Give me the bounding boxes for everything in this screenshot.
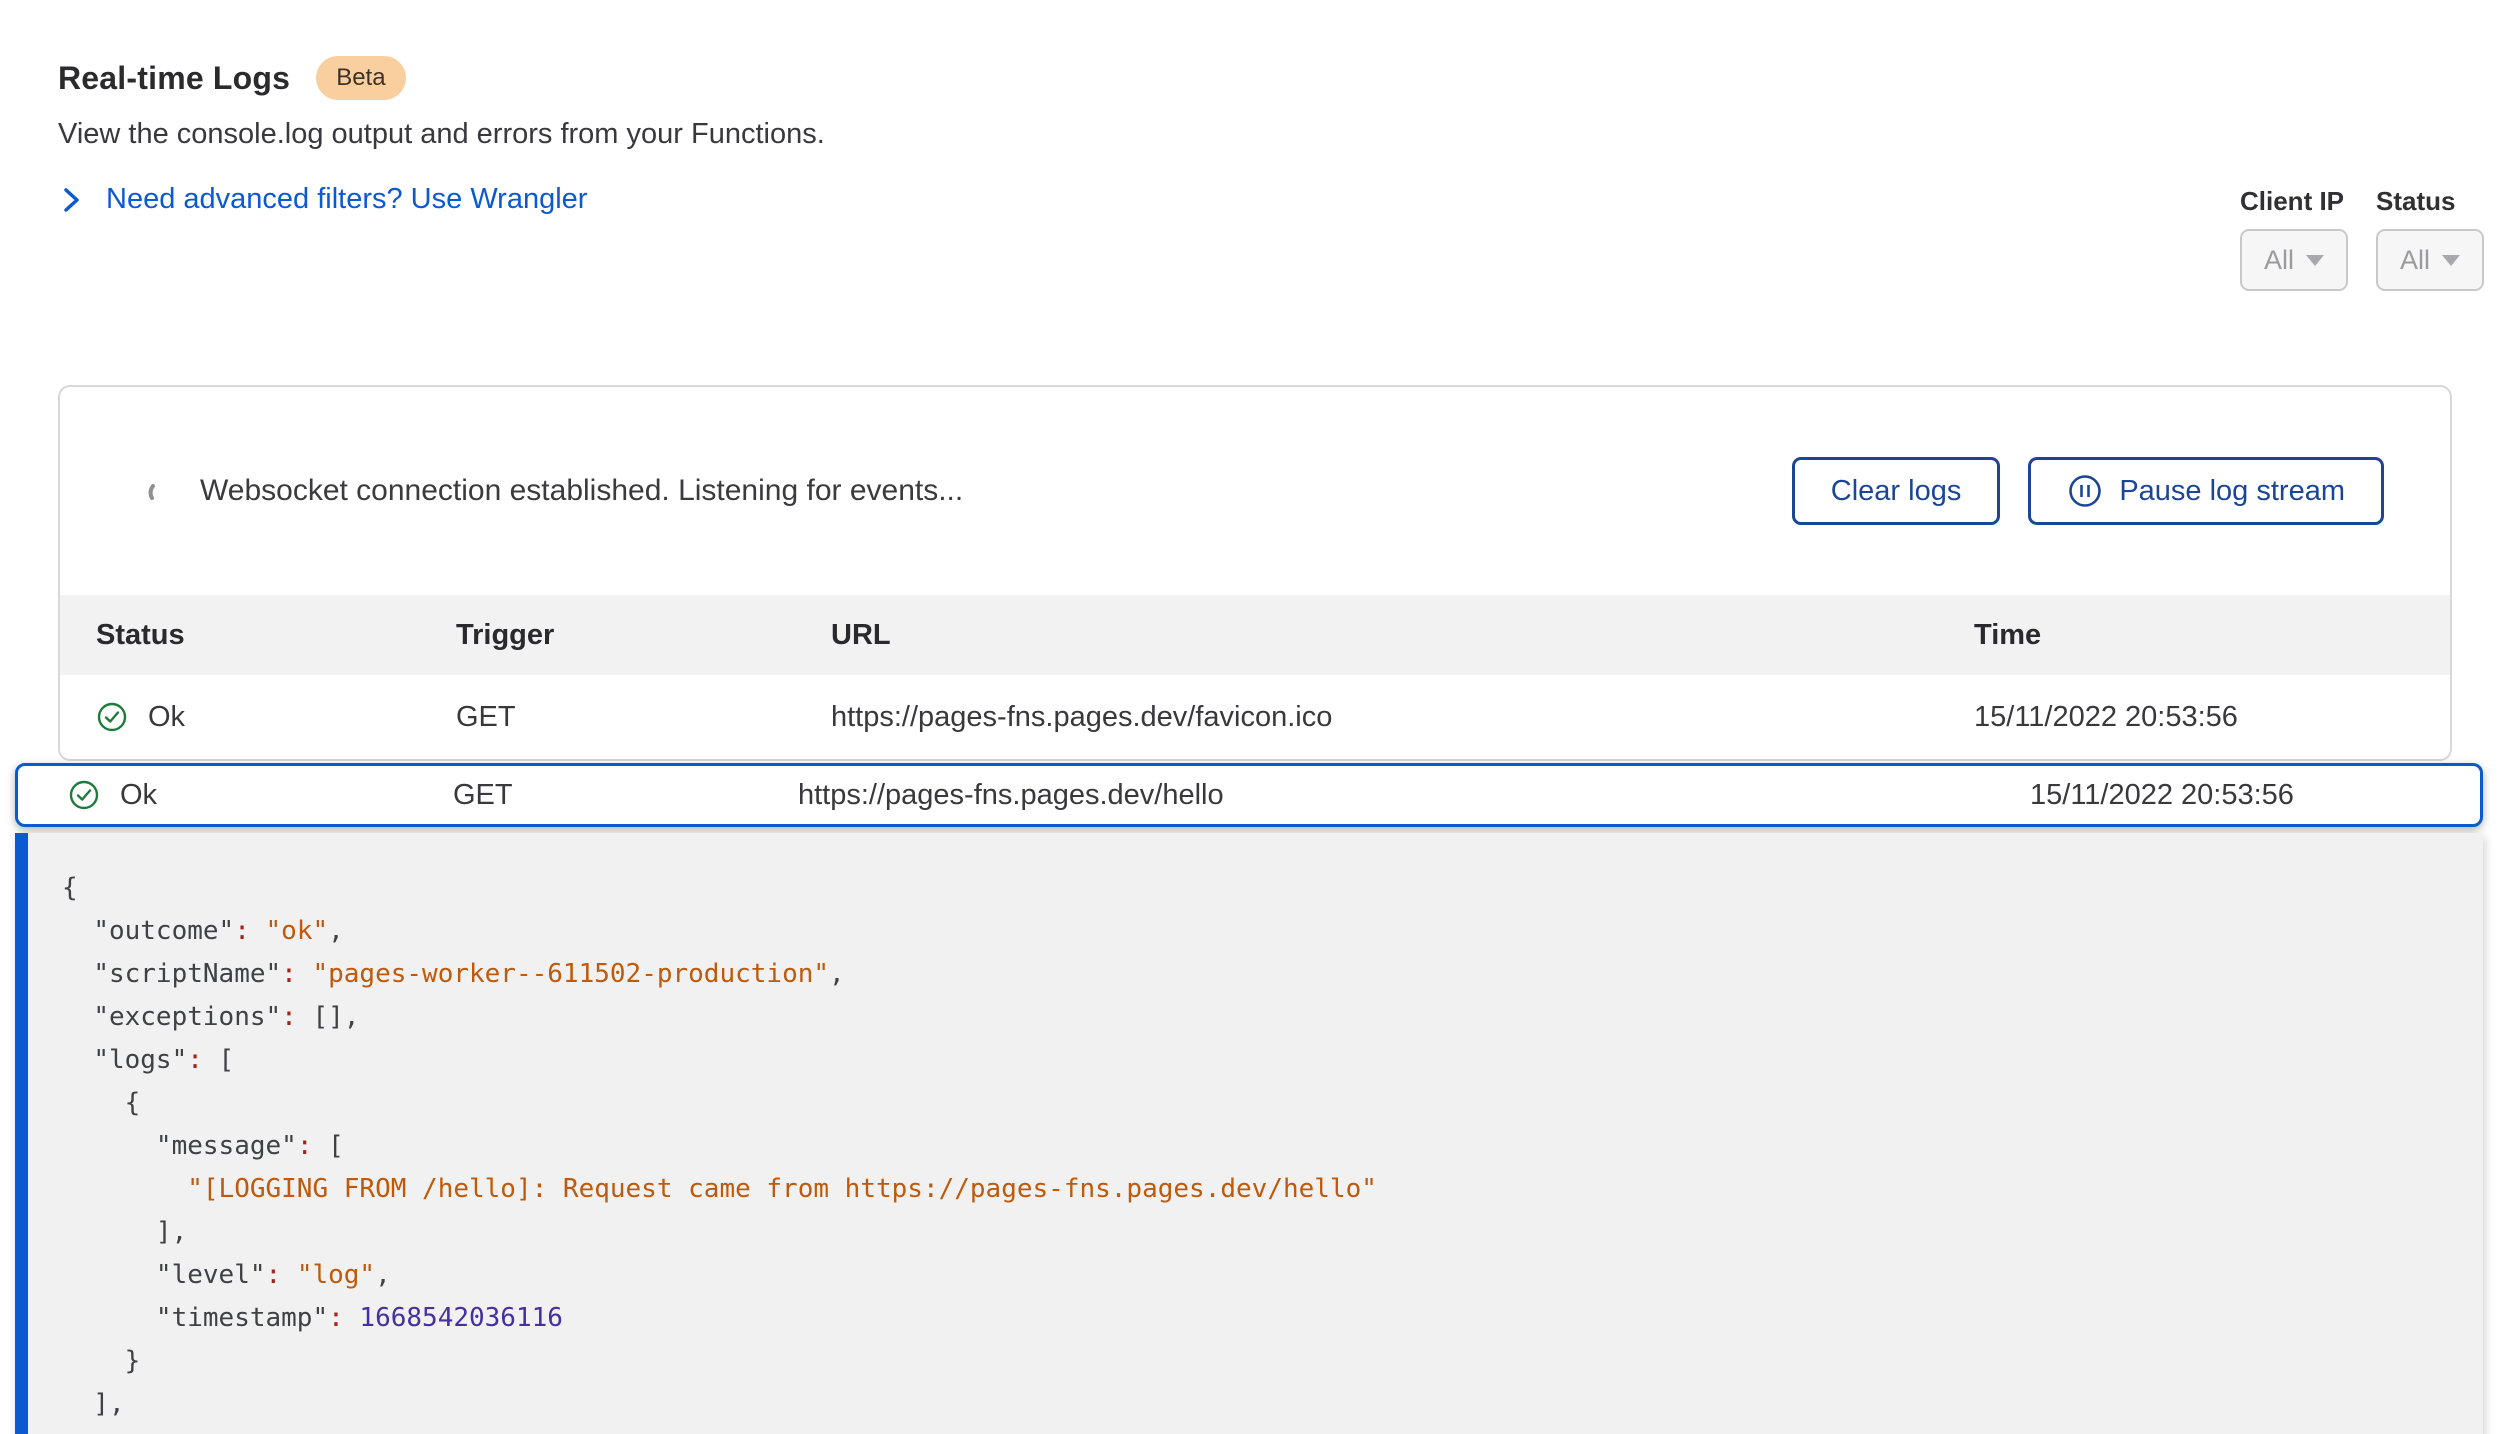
client-ip-filter-value: All [2264,245,2294,276]
filters: Client IP All Status All [2240,186,2484,291]
status-filter-dropdown[interactable]: All [2376,229,2484,291]
trigger-cell: GET [456,701,831,734]
ok-status-icon [96,701,128,733]
logs-toolbar: Websocket connection established. Listen… [60,387,2450,595]
status-cell: Ok [96,701,456,734]
client-ip-filter-dropdown[interactable]: All [2240,229,2348,291]
status-filter-value: All [2400,245,2430,276]
url-cell: https://pages-fns.pages.dev/favicon.ico [831,701,1974,734]
log-json-panel: { "outcome": "ok", "scriptName": "pages-… [15,833,2483,1434]
time-cell: 15/11/2022 20:53:56 [2030,779,2450,812]
chevron-right-icon [62,184,82,216]
column-trigger: Trigger [456,619,831,652]
status-value: Ok [148,701,185,734]
pause-log-stream-button[interactable]: Pause log stream [2028,457,2384,525]
caret-down-icon [2442,255,2460,266]
status-cell: Ok [68,779,453,812]
pause-log-stream-label: Pause log stream [2119,475,2345,508]
status-filter-label: Status [2376,186,2484,217]
column-status: Status [96,619,456,652]
beta-badge: Beta [316,56,405,100]
clear-logs-label: Clear logs [1831,475,1962,508]
websocket-status-text: Websocket connection established. Listen… [200,474,963,508]
table-header: Status Trigger URL Time [60,595,2450,675]
expanded-log-entry: Ok GET https://pages-fns.pages.dev/hello… [15,763,2483,1434]
page-title-row: Real-time Logs Beta [58,56,406,100]
client-ip-filter-label: Client IP [2240,186,2348,217]
caret-down-icon [2306,255,2324,266]
clear-logs-button[interactable]: Clear logs [1792,457,2001,525]
trigger-cell: GET [453,779,798,812]
table-row[interactable]: Ok GET https://pages-fns.pages.dev/favic… [60,675,2450,759]
page-description: View the console.log output and errors f… [58,118,825,151]
status-filter: Status All [2376,186,2484,291]
toolbar-actions: Clear logs Pause log stream [1792,457,2384,525]
ok-status-icon [68,779,100,811]
spinner-icon [146,477,174,505]
logs-card: Websocket connection established. Listen… [58,385,2452,761]
column-url: URL [831,619,1974,652]
pause-icon [2067,473,2103,509]
wrangler-link[interactable]: Need advanced filters? Use Wrangler [62,183,587,216]
page-title: Real-time Logs [58,60,290,97]
client-ip-filter: Client IP All [2240,186,2348,291]
wrangler-link-label: Need advanced filters? Use Wrangler [106,183,587,216]
websocket-status: Websocket connection established. Listen… [146,474,963,508]
status-value: Ok [120,779,157,812]
url-cell: https://pages-fns.pages.dev/hello [798,779,2030,812]
table-row-selected[interactable]: Ok GET https://pages-fns.pages.dev/hello… [15,763,2483,827]
realtime-logs-page: Real-time Logs Beta View the console.log… [0,0,2508,1434]
log-json-output: { "outcome": "ok", "scriptName": "pages-… [62,867,2443,1426]
time-cell: 15/11/2022 20:53:56 [1974,701,2414,734]
column-time: Time [1974,619,2414,652]
